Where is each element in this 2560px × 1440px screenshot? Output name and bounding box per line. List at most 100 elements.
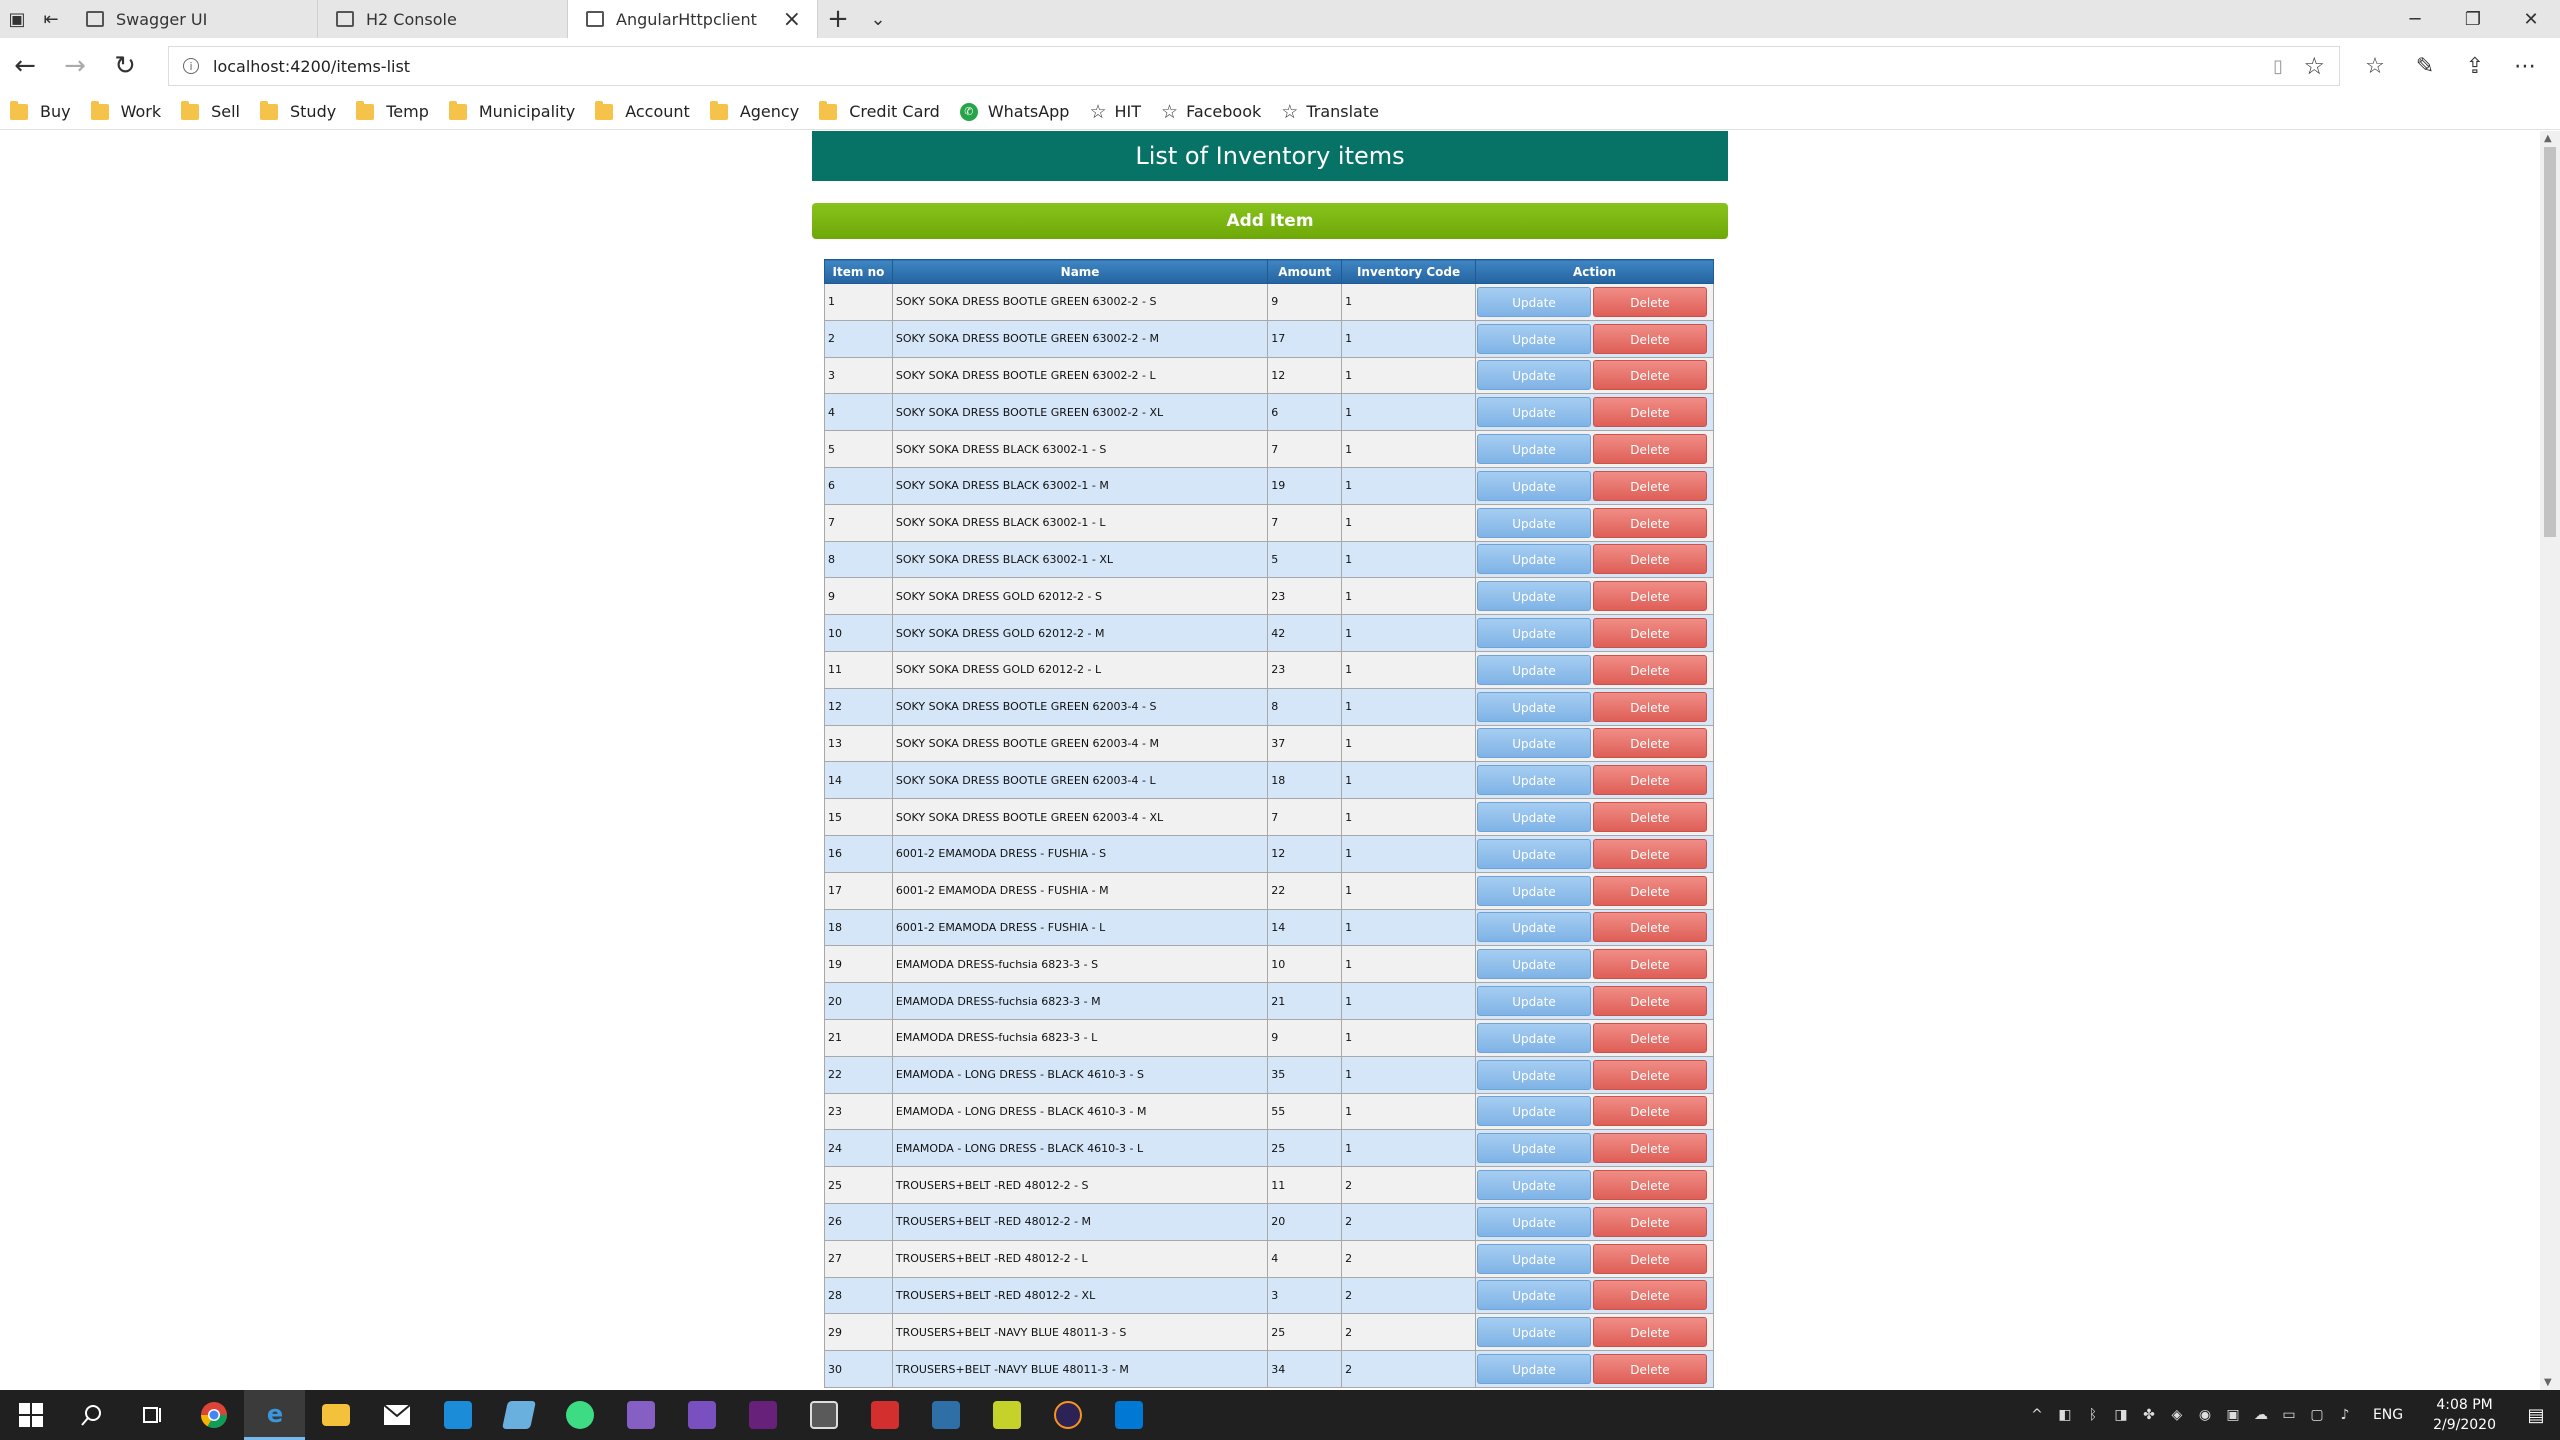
favorite-folder[interactable]: Temp [356,100,429,121]
delete-button[interactable]: Delete [1592,618,1707,649]
pen-notes-icon[interactable]: ✎ [2400,38,2450,94]
back-icon[interactable]: ← [0,38,50,94]
edge-icon[interactable]: e [244,1390,305,1440]
update-button[interactable]: Update [1476,507,1591,538]
delete-button[interactable]: Delete [1592,581,1707,612]
browser-tab[interactable]: H2 Console [318,0,568,38]
visual-studio-icon[interactable] [732,1390,793,1440]
update-button[interactable]: Update [1476,1059,1591,1090]
favorite-link[interactable]: ☆ Translate [1281,101,1379,123]
delete-button[interactable]: Delete [1592,360,1707,391]
delete-button[interactable]: Delete [1592,949,1707,980]
update-button[interactable]: Update [1476,544,1591,575]
bluetooth-icon[interactable]: ᛒ [2079,1407,2107,1423]
update-button[interactable]: Update [1476,1243,1591,1274]
visual-studio-icon[interactable] [671,1390,732,1440]
favorite-folder[interactable]: Work [90,100,161,121]
volume-icon[interactable]: ♪ [2331,1407,2359,1423]
android-studio-icon[interactable] [549,1390,610,1440]
delete-button[interactable]: Delete [1592,323,1707,354]
close-window-icon[interactable]: ✕ [2502,0,2560,38]
delete-button[interactable]: Delete [1592,1206,1707,1237]
favorite-folder[interactable]: Municipality [448,100,575,121]
update-button[interactable]: Update [1476,1280,1591,1311]
delete-button[interactable]: Delete [1592,470,1707,501]
file-explorer-icon[interactable] [305,1390,366,1440]
mail-icon[interactable] [366,1390,427,1440]
close-tab-icon[interactable]: × [783,7,801,32]
update-button[interactable]: Update [1476,618,1591,649]
update-button[interactable]: Update [1476,765,1591,796]
battery-icon[interactable]: ▭ [2275,1407,2303,1423]
delete-button[interactable]: Delete [1592,691,1707,722]
update-button[interactable]: Update [1476,360,1591,391]
favorite-link[interactable]: ☆ Facebook [1161,101,1261,123]
chrome-icon[interactable] [183,1390,244,1440]
delete-button[interactable]: Delete [1592,397,1707,428]
delete-button[interactable]: Delete [1592,1280,1707,1311]
site-info-icon[interactable]: i [183,58,199,74]
update-button[interactable]: Update [1476,691,1591,722]
delete-button[interactable]: Delete [1592,434,1707,465]
delete-button[interactable]: Delete [1592,986,1707,1017]
update-button[interactable]: Update [1476,838,1591,869]
delete-button[interactable]: Delete [1592,544,1707,575]
update-button[interactable]: Update [1476,1170,1591,1201]
clock[interactable]: 4:08 PM 2/9/2020 [2433,1395,2496,1435]
refresh-icon[interactable]: ↻ [100,38,150,94]
snipping-tool-icon[interactable] [915,1390,976,1440]
update-button[interactable]: Update [1476,1317,1591,1348]
update-button[interactable]: Update [1476,949,1591,980]
update-button[interactable]: Update [1476,1133,1591,1164]
url-text[interactable]: localhost:4200/items-list [213,57,410,76]
add-item-button[interactable]: Add Item [812,203,1728,239]
delete-button[interactable]: Delete [1592,1133,1707,1164]
visual-studio-icon[interactable] [610,1390,671,1440]
delete-button[interactable]: Delete [1592,1022,1707,1053]
browser-tab-active[interactable]: AngularHttpclient × [568,0,818,38]
page-scrollbar[interactable]: ▲ ▼ [2540,131,2560,1390]
update-button[interactable]: Update [1476,286,1591,317]
share-icon[interactable]: ⇪ [2450,38,2500,94]
restore-icon[interactable]: ❐ [2444,0,2502,38]
update-button[interactable]: Update [1476,581,1591,612]
sticky-notes-icon[interactable] [976,1390,1037,1440]
new-tab-icon[interactable]: + [818,0,858,38]
store-icon[interactable] [427,1390,488,1440]
delete-button[interactable]: Delete [1592,728,1707,759]
task-view-icon[interactable] [122,1390,183,1440]
notepad-icon[interactable] [488,1390,549,1440]
vscode-icon[interactable] [1098,1390,1159,1440]
address-bar[interactable]: i localhost:4200/items-list ▯ ☆ [168,46,2340,86]
forward-icon[interactable]: → [50,38,100,94]
tray-app-icon[interactable]: ◨ [2107,1407,2135,1423]
delete-button[interactable]: Delete [1592,1317,1707,1348]
network-icon[interactable]: ▢ [2303,1407,2331,1423]
update-button[interactable]: Update [1476,654,1591,685]
favorite-folder[interactable]: Account [595,100,690,121]
delete-button[interactable]: Delete [1592,1354,1707,1384]
set-aside-tabs-icon[interactable]: ⇤ [34,0,68,38]
delete-button[interactable]: Delete [1592,765,1707,796]
update-button[interactable]: Update [1476,323,1591,354]
favorite-link[interactable]: ☆ HIT [1089,101,1141,123]
update-button[interactable]: Update [1476,434,1591,465]
windows-start-icon[interactable] [0,1390,61,1440]
delete-button[interactable]: Delete [1592,507,1707,538]
delete-button[interactable]: Delete [1592,1243,1707,1274]
scroll-up-icon[interactable]: ▲ [2544,133,2552,144]
tray-app-icon[interactable]: ▣ [2219,1407,2247,1423]
update-button[interactable]: Update [1476,1206,1591,1237]
update-button[interactable]: Update [1476,986,1591,1017]
kobo-icon[interactable] [854,1390,915,1440]
favorite-folder[interactable]: Agency [709,100,799,121]
browser-tab[interactable]: Swagger UI [68,0,318,38]
favorites-hub-icon[interactable]: ☆ [2350,38,2400,94]
delete-button[interactable]: Delete [1592,838,1707,869]
favorite-star-icon[interactable]: ☆ [2303,52,2325,80]
search-icon[interactable] [61,1390,122,1440]
update-button[interactable]: Update [1476,1096,1591,1127]
delete-button[interactable]: Delete [1592,912,1707,943]
eclipse-icon[interactable] [1037,1390,1098,1440]
update-button[interactable]: Update [1476,470,1591,501]
